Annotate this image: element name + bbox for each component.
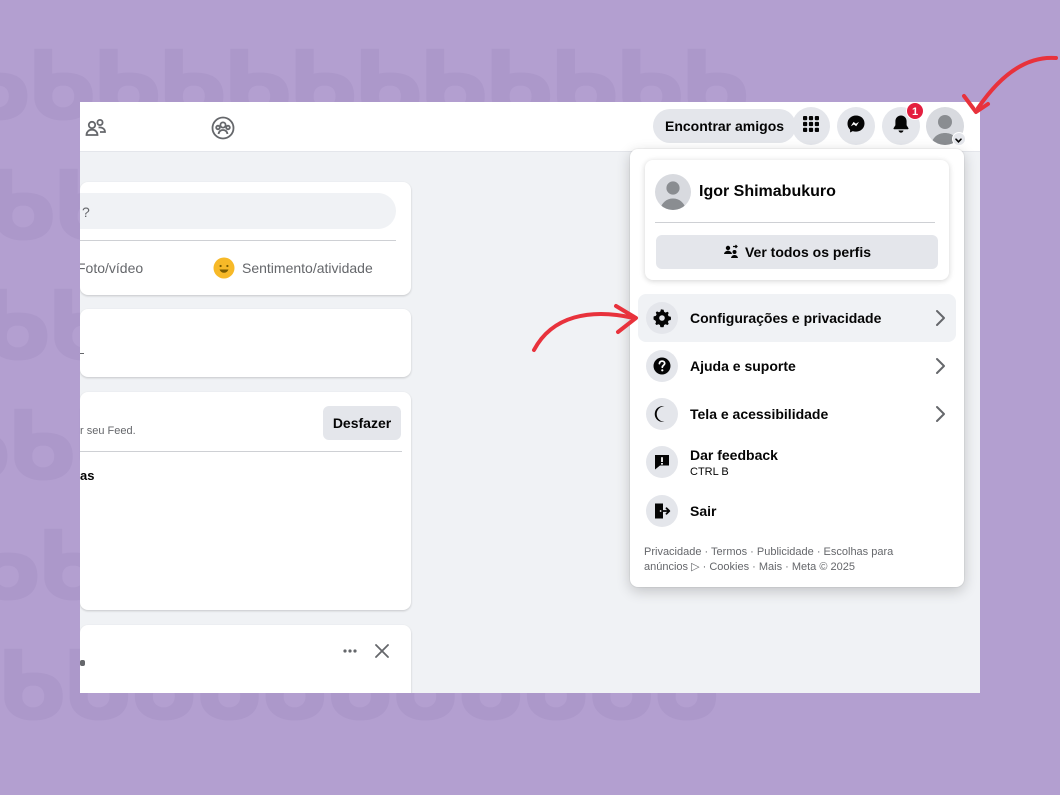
menu-item-label: Dar feedback CTRL B [690, 447, 956, 478]
feeling-activity-button[interactable]: Sentimento/atividade [242, 260, 373, 276]
find-friends-button[interactable]: Encontrar amigos [653, 109, 797, 143]
undo-button[interactable]: Desfazer [323, 406, 401, 440]
profile-avatar [655, 174, 691, 210]
profile-card: Igor Shimabukuro Ver todos os perfis [645, 160, 949, 280]
card-divider [80, 451, 402, 452]
see-all-profiles-label: Ver todos os perfis [744, 244, 872, 260]
top-navigation-bar: Encontrar amigos 1 [80, 102, 980, 152]
menu-item-give-feedback[interactable]: Dar feedback CTRL B [638, 438, 956, 486]
annotation-arrow-settings [532, 304, 638, 352]
footer-line-2: anúncios ▷ · Cookies · Mais · Meta © 202… [644, 561, 855, 573]
profile-name: Igor Shimabukuro [699, 183, 836, 200]
moon-icon [646, 398, 678, 430]
groups-icon[interactable] [210, 115, 236, 141]
logout-icon [646, 495, 678, 527]
menu-item-display-accessibility[interactable]: Tela e acessibilidade [638, 390, 956, 438]
feedback-icon [646, 446, 678, 478]
profiles-switch-icon [723, 244, 738, 258]
feedback-label: Dar feedback [690, 446, 778, 463]
chevron-right-icon [936, 358, 945, 374]
see-all-profiles-button[interactable]: Ver todos os perfis [656, 235, 938, 269]
menu-item-label: Sair [690, 503, 717, 519]
partial-text: as [80, 468, 95, 483]
avatar-icon [660, 181, 686, 210]
menu-item-help-support[interactable]: Ajuda e suporte [638, 342, 956, 390]
notification-badge: 1 [906, 102, 924, 120]
chevron-right-icon [936, 406, 945, 422]
profile-divider [655, 222, 935, 223]
feed-notice-text: r seu Feed. [80, 425, 136, 437]
chevron-right-icon [936, 310, 945, 326]
post-composer-card: ? Foto/vídeo Sentimento/atividade [80, 182, 411, 295]
close-icon[interactable] [374, 643, 390, 664]
apps-grid-icon [802, 115, 820, 138]
menu-item-settings-privacy[interactable]: Configurações e privacidade [638, 294, 956, 342]
account-menu-chevron[interactable] [952, 132, 966, 146]
messenger-icon [846, 114, 866, 139]
partial-icon-fragment [80, 660, 85, 666]
more-options-icon[interactable] [342, 643, 358, 664]
photo-video-button[interactable]: Foto/vídeo [80, 260, 143, 276]
footer-line-1: Privacidade · Termos · Publicidade · Esc… [644, 546, 894, 558]
annotation-arrow-avatar [962, 55, 1058, 114]
profile-row[interactable]: Igor Shimabukuro [655, 174, 836, 210]
composer-input[interactable] [80, 193, 396, 229]
feeling-emoji-icon [212, 256, 236, 285]
feed-card-bottom [80, 625, 411, 693]
apps-menu-button[interactable] [792, 107, 830, 145]
bell-icon [892, 114, 910, 139]
friends-icon[interactable] [83, 115, 109, 141]
feedback-shortcut: CTRL B [690, 465, 729, 478]
hidden-post-card: r seu Feed. Desfazer as [80, 392, 411, 610]
help-icon [646, 350, 678, 382]
menu-item-logout[interactable]: Sair [638, 487, 956, 535]
composer-placeholder: ? [82, 204, 90, 220]
account-dropdown-menu: Igor Shimabukuro Ver todos os perfis Con… [630, 149, 964, 587]
partial-text-fragment [80, 353, 84, 354]
menu-footer-links[interactable]: Privacidade · Termos · Publicidade · Esc… [644, 545, 944, 575]
feed-card-small [80, 309, 411, 377]
menu-item-label: Configurações e privacidade [690, 310, 882, 326]
menu-item-label: Tela e acessibilidade [690, 406, 829, 422]
chevron-down-icon [955, 138, 962, 143]
composer-divider [80, 240, 396, 241]
gear-icon [646, 302, 678, 334]
menu-item-label: Ajuda e suporte [690, 358, 796, 374]
messenger-button[interactable] [837, 107, 875, 145]
